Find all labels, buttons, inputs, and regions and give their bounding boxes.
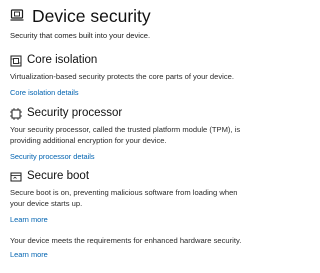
section-title: Secure boot: [27, 170, 90, 182]
page-header: Device security: [10, 6, 151, 26]
security-processor-details-link[interactable]: Security processor details: [10, 152, 95, 161]
section-header: Security processor: [10, 105, 245, 121]
page-title: Device security: [32, 6, 151, 26]
section-description: Secure boot is on, preventing malicious …: [10, 188, 238, 208]
section-title: Core isolation: [27, 54, 98, 66]
section-description: Your security processor, called the trus…: [10, 125, 241, 145]
section-title: Security processor: [27, 107, 123, 119]
section-core-isolation: Core isolation Virtualization-based secu…: [10, 52, 245, 100]
section-header: Core isolation: [10, 52, 245, 68]
section-description: Virtualization-based security protects t…: [10, 72, 234, 81]
chip-icon: [10, 54, 22, 67]
processor-icon: [10, 107, 22, 120]
secure-boot-learn-more-link[interactable]: Learn more: [10, 215, 48, 224]
hardware-security-status: Your device meets the requirements for e…: [10, 236, 242, 245]
hardware-learn-more-link[interactable]: Learn more: [10, 250, 48, 259]
page-subtitle: Security that comes built into your devi…: [10, 31, 151, 40]
boot-icon: [10, 170, 22, 182]
laptop-shield-icon: [10, 8, 24, 24]
section-security-processor: Security processor Your security process…: [10, 105, 245, 164]
section-secure-boot: Secure boot Secure boot is on, preventin…: [10, 168, 245, 227]
device-security-page: Device security Security that comes buil…: [0, 0, 250, 273]
core-isolation-details-link[interactable]: Core isolation details: [10, 88, 79, 97]
section-header: Secure boot: [10, 168, 245, 184]
